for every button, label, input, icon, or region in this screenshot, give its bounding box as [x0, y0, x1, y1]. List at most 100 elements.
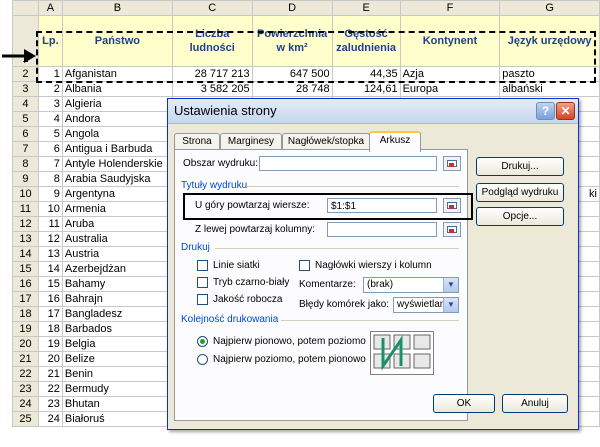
lp-cell[interactable]: 11: [37, 216, 63, 232]
row-header[interactable]: 4: [12, 96, 39, 112]
row-header[interactable]: 12: [12, 216, 39, 232]
row-header[interactable]: 17: [12, 291, 39, 307]
order-over-radio[interactable]: [197, 354, 208, 365]
country-cell[interactable]: Andora: [61, 111, 173, 127]
gridlines-checkbox[interactable]: [197, 260, 208, 271]
print-button[interactable]: Drukuj...: [476, 157, 564, 176]
lp-cell[interactable]: 16: [37, 291, 63, 307]
row-header[interactable]: 21: [12, 351, 39, 367]
lp-cell[interactable]: 6: [37, 141, 63, 157]
header-cell-gestosc[interactable]: Gęstość zaludnienia: [331, 15, 401, 67]
row-header[interactable]: 24: [12, 396, 39, 412]
row-header[interactable]: 14: [12, 246, 39, 262]
column-header-e[interactable]: E: [331, 0, 401, 16]
country-cell[interactable]: Algieria: [61, 96, 173, 112]
close-button[interactable]: ✕: [556, 102, 575, 120]
bw-checkbox[interactable]: [197, 277, 208, 288]
select-all-corner[interactable]: [12, 0, 39, 16]
tab-arkusz[interactable]: Arkusz: [369, 131, 421, 152]
continent-cell[interactable]: Europa: [399, 81, 501, 97]
row-header[interactable]: 7: [12, 141, 39, 157]
lp-cell[interactable]: 8: [37, 171, 63, 187]
row-header[interactable]: 10: [12, 186, 39, 202]
lp-cell[interactable]: 22: [37, 381, 63, 397]
lp-cell[interactable]: 5: [37, 126, 63, 142]
lp-cell[interactable]: 18: [37, 321, 63, 337]
row-header[interactable]: 13: [12, 231, 39, 247]
country-cell[interactable]: Antigua i Barbuda: [61, 141, 173, 157]
header-cell-panstwo[interactable]: Państwo: [61, 15, 173, 67]
row-header[interactable]: 18: [12, 306, 39, 322]
lp-cell[interactable]: 24: [37, 411, 63, 427]
lp-cell[interactable]: 3: [37, 96, 63, 112]
population-cell[interactable]: 3 582 205: [171, 81, 253, 97]
lp-cell[interactable]: 20: [37, 351, 63, 367]
lp-cell[interactable]: 4: [37, 111, 63, 127]
rows-repeat-input[interactable]: $1:$1: [327, 198, 437, 213]
collapse-print-area-icon[interactable]: [443, 156, 461, 171]
column-header-d[interactable]: D: [251, 0, 333, 16]
tab-naglowek-stopka[interactable]: Nagłówek/stopka: [282, 133, 370, 150]
row-header[interactable]: 9: [12, 171, 39, 187]
continent-cell[interactable]: Azja: [399, 66, 501, 82]
country-cell[interactable]: Bermudy: [61, 381, 173, 397]
row-header[interactable]: 25: [12, 411, 39, 427]
dialog-titlebar[interactable]: Ustawienia strony ? ✕: [168, 99, 578, 124]
language-cell[interactable]: albański: [499, 81, 600, 97]
density-cell[interactable]: 44,35: [331, 66, 401, 82]
country-cell[interactable]: Aruba: [61, 216, 173, 232]
errors-select[interactable]: wyświetlane ▼: [393, 297, 459, 313]
country-cell[interactable]: Bahamy: [61, 276, 173, 292]
country-cell[interactable]: Białoruś: [61, 411, 173, 427]
draft-checkbox[interactable]: [197, 294, 208, 305]
country-cell[interactable]: Bhutan: [61, 396, 173, 412]
lp-cell[interactable]: 10: [37, 201, 63, 217]
ok-button[interactable]: OK: [433, 394, 495, 413]
lp-cell[interactable]: 2: [37, 81, 63, 97]
row-header[interactable]: 23: [12, 381, 39, 397]
row-header[interactable]: 20: [12, 336, 39, 352]
lp-cell[interactable]: 23: [37, 396, 63, 412]
country-cell[interactable]: Bangladesz: [61, 306, 173, 322]
column-header-a[interactable]: A: [37, 0, 63, 16]
area-cell[interactable]: 28 748: [251, 81, 333, 97]
area-cell[interactable]: 647 500: [251, 66, 333, 82]
row-header[interactable]: 8: [12, 156, 39, 172]
row-header[interactable]: 3: [12, 81, 39, 97]
row-header[interactable]: 5: [12, 111, 39, 127]
column-header-b[interactable]: B: [61, 0, 173, 16]
country-cell[interactable]: Barbados: [61, 321, 173, 337]
cancel-button[interactable]: Anuluj: [502, 394, 568, 413]
country-cell[interactable]: Belgia: [61, 336, 173, 352]
column-header-f[interactable]: F: [399, 0, 501, 16]
country-cell[interactable]: Argentyna: [61, 186, 173, 202]
header-cell-powierzchnia[interactable]: Powierzchnia w km²: [251, 15, 333, 67]
header-cell-lp[interactable]: Lp.: [37, 15, 63, 67]
country-cell[interactable]: Austria: [61, 246, 173, 262]
tab-strona[interactable]: Strona: [174, 133, 220, 150]
population-cell[interactable]: 28 717 213: [171, 66, 253, 82]
chevron-down-icon[interactable]: ▼: [443, 298, 458, 312]
collapse-rows-icon[interactable]: [443, 198, 461, 213]
country-cell[interactable]: Australia: [61, 231, 173, 247]
lp-cell[interactable]: 13: [37, 246, 63, 262]
row-header[interactable]: 2: [12, 66, 39, 82]
lp-cell[interactable]: 7: [37, 156, 63, 172]
country-cell[interactable]: Bahrajn: [61, 291, 173, 307]
header-cell-jezyk[interactable]: Język urzędowy: [499, 15, 600, 67]
country-cell[interactable]: Afganistan: [61, 66, 173, 82]
help-button[interactable]: ?: [536, 102, 555, 120]
tab-marginesy[interactable]: Marginesy: [220, 133, 282, 150]
lp-cell[interactable]: 15: [37, 276, 63, 292]
row-header[interactable]: 16: [12, 276, 39, 292]
lp-cell[interactable]: 21: [37, 366, 63, 382]
chevron-down-icon[interactable]: ▼: [443, 278, 458, 292]
collapse-cols-icon[interactable]: [443, 222, 461, 237]
language-cell[interactable]: paszto: [499, 66, 600, 82]
lp-cell[interactable]: 19: [37, 336, 63, 352]
country-cell[interactable]: Benin: [61, 366, 173, 382]
lp-cell[interactable]: 14: [37, 261, 63, 277]
density-cell[interactable]: 124,61: [331, 81, 401, 97]
country-cell[interactable]: Belize: [61, 351, 173, 367]
country-cell[interactable]: Azerbejdżan: [61, 261, 173, 277]
